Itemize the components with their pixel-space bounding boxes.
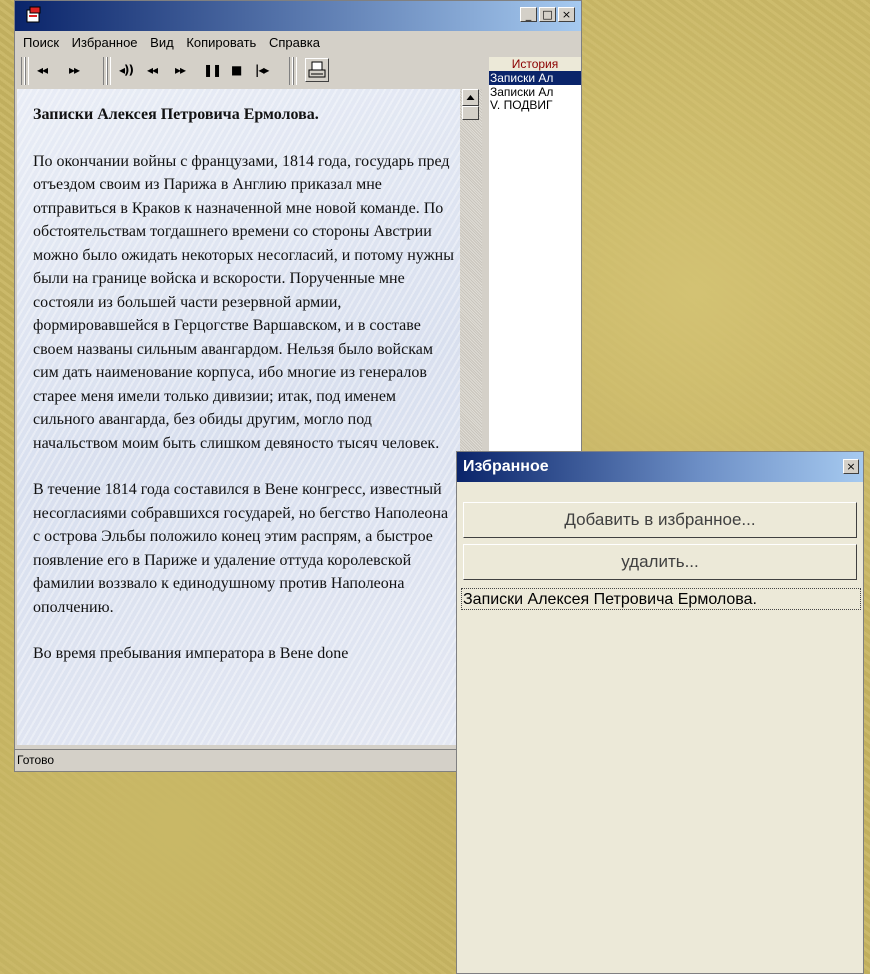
add-favorite-button[interactable]: Добавить в избранное...: [463, 502, 857, 538]
history-header[interactable]: История: [489, 57, 581, 71]
history-list[interactable]: История Записки Ал Записки Ал V. ПОДВИГ: [489, 57, 581, 467]
document-paragraph: В течение 1814 года составился в Вене ко…: [33, 481, 449, 616]
printer-icon: [308, 61, 326, 78]
favorites-title-bar[interactable]: Избранное ×: [457, 452, 863, 482]
favorites-close-button[interactable]: ×: [843, 459, 859, 474]
pause-icon[interactable]: ❚❚: [203, 63, 222, 77]
arrow-up-icon: [466, 95, 475, 100]
volume-icon[interactable]: ◂)): [119, 63, 134, 77]
status-text: Готово: [17, 753, 55, 767]
menu-copy[interactable]: Копировать: [186, 35, 256, 50]
minimize-button[interactable]: _: [520, 7, 537, 22]
stop-icon[interactable]: ■: [231, 63, 242, 77]
document-view[interactable]: Записки Алексея Петровича Ермолова. По о…: [17, 89, 460, 745]
scroll-up-button[interactable]: [462, 89, 479, 106]
favorites-window: Избранное × Добавить в избранное... удал…: [456, 451, 864, 974]
go-start-icon[interactable]: |◂▸: [255, 63, 269, 77]
toolbar-separator: [293, 57, 297, 85]
document-paragraph: Во время пребывания императора в Вене do…: [33, 645, 349, 662]
favorite-item[interactable]: Записки Алексея Петровича Ермолова.: [461, 588, 861, 610]
history-item[interactable]: V. ПОДВИГ: [489, 98, 581, 112]
history-item[interactable]: Записки Ал: [489, 85, 581, 99]
toolbar: ◂◂ ▸▸ ◂)) ◂◂ ▸▸ ❚❚ ■ |◂▸: [19, 55, 339, 87]
scroll-thumb[interactable]: [462, 106, 479, 120]
menu-search[interactable]: Поиск: [23, 35, 59, 50]
rewind-icon[interactable]: ◂◂: [37, 63, 48, 77]
toolbar-separator: [25, 57, 29, 85]
menu-bar: Поиск Избранное Вид Копировать Справка: [23, 35, 329, 50]
prev-icon[interactable]: ◂◂: [147, 63, 158, 77]
menu-favorites[interactable]: Избранное: [72, 35, 138, 50]
delete-favorite-button[interactable]: удалить...: [463, 544, 857, 580]
title-bar[interactable]: _ □ ×: [15, 1, 581, 31]
print-button[interactable]: [305, 58, 329, 82]
history-item[interactable]: Записки Ал: [489, 71, 581, 85]
next-icon[interactable]: ▸▸: [175, 63, 186, 77]
close-button[interactable]: ×: [558, 7, 575, 22]
forward-icon[interactable]: ▸▸: [69, 63, 80, 77]
favorites-title: Избранное: [463, 458, 549, 475]
menu-view[interactable]: Вид: [150, 35, 174, 50]
toolbar-separator: [107, 57, 111, 85]
menu-help[interactable]: Справка: [269, 35, 320, 50]
maximize-button[interactable]: □: [539, 7, 556, 22]
document-paragraph: По окончании войны с французами, 1814 го…: [33, 152, 454, 452]
app-icon: [26, 6, 41, 23]
document-title: Записки Алексея Петровича Ермолова.: [33, 106, 319, 123]
favorites-list[interactable]: Записки Алексея Петровича Ермолова.: [461, 588, 861, 970]
